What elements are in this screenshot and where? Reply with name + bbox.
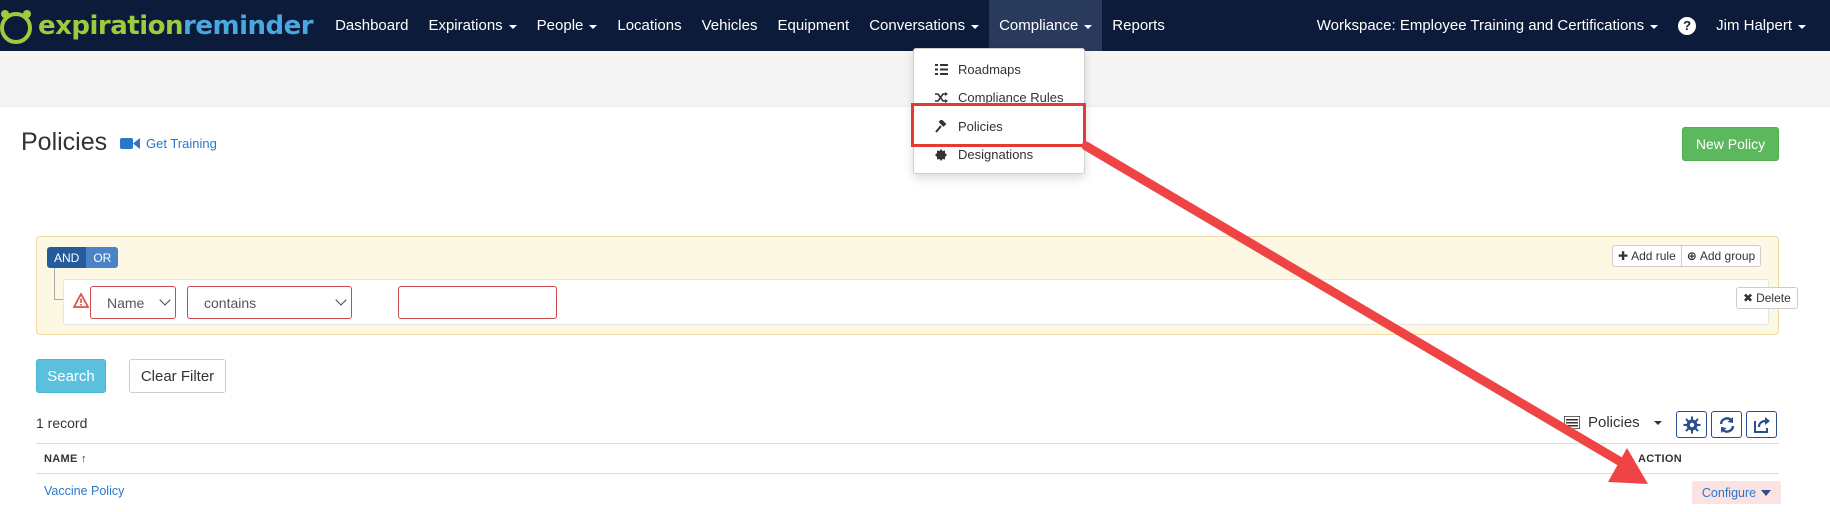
operator-select-value: contains	[204, 294, 257, 311]
roadmap-icon	[934, 62, 948, 76]
refresh-icon	[1719, 416, 1734, 433]
logo-text: expirationreminder	[38, 10, 314, 41]
menu-item-label: Roadmaps	[958, 61, 1021, 77]
table-header: NAME ↑ ACTION	[36, 443, 1779, 474]
nav-reports[interactable]: Reports	[1102, 0, 1175, 51]
tree-connector	[54, 268, 55, 299]
new-policy-button[interactable]: New Policy	[1682, 127, 1779, 161]
nav-label: Expirations	[428, 17, 503, 34]
column-header-name[interactable]: NAME ↑	[44, 453, 87, 465]
nav-label: Locations	[617, 17, 682, 34]
nav-label: Equipment	[777, 17, 850, 34]
nav-label: Conversations	[869, 17, 966, 34]
workspace-label: Workspace: Employee Training and Certifi…	[1316, 17, 1645, 34]
compliance-dropdown-menu: Roadmaps Compliance Rules Policies Desig…	[913, 48, 1085, 174]
warning-icon	[73, 293, 89, 308]
video-camera-icon	[120, 138, 140, 149]
nav-locations[interactable]: Locations	[607, 0, 691, 51]
settings-button[interactable]	[1676, 411, 1707, 438]
rule-value-input[interactable]	[398, 286, 557, 319]
workspace-selector[interactable]: Workspace: Employee Training and Certifi…	[1307, 0, 1668, 51]
get-training-link[interactable]: Get Training	[120, 136, 217, 151]
delete-label: Delete	[1756, 291, 1791, 305]
caret-down-icon	[1761, 489, 1772, 496]
top-navbar: expirationreminder Dashboard Expirations…	[0, 0, 1830, 51]
record-count: 1 record	[36, 415, 88, 431]
nav-label: Dashboard	[335, 17, 409, 34]
gavel-icon	[934, 119, 948, 133]
column-header-action: ACTION	[1638, 453, 1682, 465]
list-icon	[1564, 416, 1580, 429]
nav-label: Compliance	[999, 17, 1079, 34]
help-icon[interactable]: ?	[1678, 16, 1697, 35]
configure-button[interactable]: Configure	[1692, 481, 1781, 504]
policy-name-link[interactable]: Vaccine Policy	[44, 484, 124, 498]
user-menu[interactable]: Jim Halpert	[1706, 0, 1830, 51]
app-logo[interactable]: expirationreminder	[0, 0, 314, 51]
page-title: Policies	[21, 128, 108, 156]
caret-down-icon	[1084, 24, 1093, 29]
rule-row: Name contains ✖ Delete	[63, 279, 1798, 325]
add-rule-label: Add rule	[1631, 249, 1676, 263]
and-or-toggle: AND OR	[47, 247, 119, 268]
nav-label: People	[536, 17, 584, 34]
user-name: Jim Halpert	[1716, 17, 1792, 34]
field-select[interactable]: Name	[90, 286, 176, 319]
and-button[interactable]: AND	[47, 247, 87, 268]
add-rule-button[interactable]: ✚ Add rule	[1612, 245, 1682, 267]
shuffle-icon	[934, 91, 948, 105]
field-select-value: Name	[107, 294, 145, 311]
menu-item-label: Policies	[958, 118, 1003, 134]
caret-down-icon	[589, 24, 598, 29]
export-button[interactable]	[1746, 411, 1777, 438]
search-button[interactable]: Search	[36, 359, 106, 393]
menu-item-roadmaps[interactable]: Roadmaps	[914, 55, 1084, 84]
caret-down-icon	[1650, 24, 1659, 29]
or-button[interactable]: OR	[86, 247, 119, 268]
menu-item-compliance-rules[interactable]: Compliance Rules	[914, 84, 1084, 113]
query-builder: AND OR ✚ Add rule ⊕ Add group Name contain…	[36, 236, 1798, 335]
nav-compliance[interactable]: Compliance	[989, 0, 1103, 51]
chevron-down-icon	[159, 294, 171, 306]
nav-vehicles[interactable]: Vehicles	[692, 0, 768, 51]
refresh-button[interactable]	[1711, 411, 1742, 438]
nav-conversations[interactable]: Conversations	[859, 0, 989, 51]
operator-select[interactable]: contains	[187, 286, 352, 319]
gear-icon	[1683, 416, 1700, 433]
share-icon	[1753, 416, 1770, 433]
nav-equipment[interactable]: Equipment	[767, 0, 859, 51]
close-icon: ✖	[1743, 291, 1754, 305]
clear-filter-button[interactable]: Clear Filter	[129, 359, 226, 393]
caret-down-icon	[971, 24, 980, 29]
plus-circle-icon: ⊕	[1686, 249, 1697, 263]
plus-icon: ✚	[1618, 249, 1629, 263]
view-selector-label: Policies	[1588, 414, 1640, 431]
delete-rule-button[interactable]: ✖ Delete	[1736, 287, 1798, 309]
add-group-button[interactable]: ⊕ Add group	[1681, 245, 1762, 267]
nav-label: Reports	[1112, 17, 1165, 34]
caret-down-icon	[508, 24, 517, 29]
get-training-label: Get Training	[146, 136, 217, 151]
menu-item-designations[interactable]: Designations	[914, 141, 1084, 170]
configure-label: Configure	[1701, 485, 1757, 500]
menu-item-label: Compliance Rules	[958, 90, 1064, 106]
alarm-clock-icon	[0, 9, 32, 44]
logo-text-expiration: expiration	[38, 10, 184, 41]
nav-label: Vehicles	[701, 17, 758, 34]
add-group-label: Add group	[1699, 249, 1756, 263]
nav-people[interactable]: People	[527, 0, 608, 51]
nav-dashboard[interactable]: Dashboard	[325, 0, 418, 51]
menu-item-label: Designations	[958, 147, 1034, 163]
caret-down-icon	[1798, 24, 1806, 29]
chevron-down-icon	[335, 294, 347, 306]
menu-item-policies[interactable]: Policies	[914, 112, 1084, 141]
badge-icon	[934, 148, 948, 162]
view-selector[interactable]: Policies	[1564, 414, 1662, 431]
logo-text-reminder: reminder	[183, 10, 314, 41]
nav-expirations[interactable]: Expirations	[418, 0, 526, 51]
caret-down-icon	[1653, 420, 1662, 425]
